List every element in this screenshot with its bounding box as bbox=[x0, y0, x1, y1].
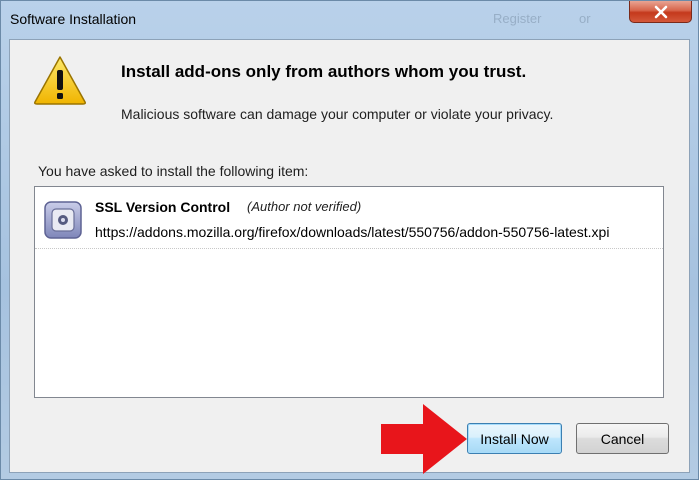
red-arrow-icon bbox=[381, 404, 467, 474]
list-item[interactable]: SSL Version Control (Author not verified… bbox=[35, 187, 663, 249]
addon-url: https://addons.mozilla.org/firefox/downl… bbox=[95, 224, 610, 240]
close-button[interactable] bbox=[629, 1, 692, 23]
addon-list[interactable]: SSL Version Control (Author not verified… bbox=[34, 186, 664, 398]
background-or-text: or bbox=[579, 11, 591, 26]
dialog-heading: Install add-ons only from authors whom y… bbox=[121, 62, 527, 81]
warning-icon bbox=[34, 56, 86, 105]
install-now-button[interactable]: Install Now bbox=[467, 423, 562, 454]
close-icon bbox=[654, 5, 667, 18]
addon-name: SSL Version Control bbox=[95, 199, 231, 215]
window-title: Software Installation bbox=[10, 11, 137, 27]
warning-message: Malicious software can damage your compu… bbox=[121, 106, 554, 122]
addon-author-status: (Author not verified) bbox=[247, 199, 362, 214]
cancel-button[interactable]: Cancel bbox=[576, 423, 669, 454]
items-label: You have asked to install the following … bbox=[38, 163, 309, 179]
background-register-text: Register bbox=[493, 11, 542, 26]
addon-puzzle-icon bbox=[44, 201, 82, 239]
dialog-body: Install add-ons only from authors whom y… bbox=[9, 39, 690, 474]
title-bar[interactable]: Software Installation Register or bbox=[1, 1, 698, 39]
software-installation-window: Software Installation Register or Instal… bbox=[0, 0, 699, 480]
